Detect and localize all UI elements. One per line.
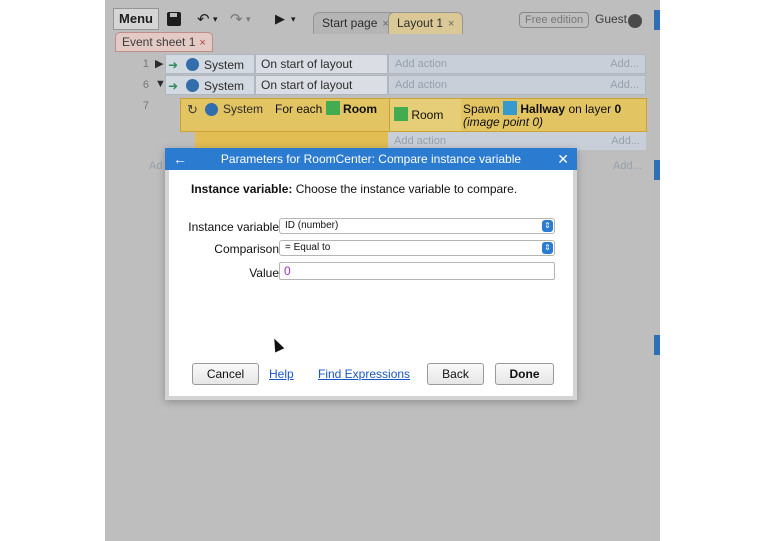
dialog-description: Instance variable: Choose the instance v… xyxy=(191,182,517,196)
right-panel-tab[interactable] xyxy=(654,335,660,355)
select-arrow-icon: ⇕ xyxy=(542,220,553,232)
back-button[interactable]: Back xyxy=(427,363,484,385)
value-input[interactable]: 0 xyxy=(279,262,555,280)
instance-variable-label: Instance variable xyxy=(188,220,279,234)
value-label: Value xyxy=(249,266,279,280)
comparison-select[interactable]: = Equal to ⇕ xyxy=(279,240,555,256)
dialog-title: Parameters for RoomCenter: Compare insta… xyxy=(220,152,522,166)
dialog-title-bar: ← Parameters for RoomCenter: Compare ins… xyxy=(165,148,577,170)
right-panel-tab[interactable] xyxy=(654,10,660,30)
find-expressions-link[interactable]: Find Expressions xyxy=(318,367,410,381)
comparison-value: = Equal to xyxy=(285,242,331,253)
close-icon[interactable]: ✕ xyxy=(557,148,569,170)
description-text: Choose the instance variable to compare. xyxy=(292,182,518,196)
right-panel-edge xyxy=(652,0,660,541)
right-panel-tab[interactable] xyxy=(654,160,660,180)
instance-variable-value: ID (number) xyxy=(285,220,339,231)
done-button[interactable]: Done xyxy=(495,363,554,385)
back-arrow-icon[interactable]: ← xyxy=(173,148,187,170)
cancel-button[interactable]: Cancel xyxy=(192,363,259,385)
select-arrow-icon: ⇕ xyxy=(542,242,553,254)
description-label: Instance variable: xyxy=(191,182,293,196)
comparison-label: Comparison xyxy=(214,242,279,256)
construct-editor: Menu ↶ ▾ ↷ ▾ ▶ ▾ Start page × Layout 1 × F… xyxy=(105,0,657,541)
help-link[interactable]: Help xyxy=(269,367,294,381)
parameters-dialog: ← Parameters for RoomCenter: Compare ins… xyxy=(165,148,577,400)
instance-variable-select[interactable]: ID (number) ⇕ xyxy=(279,218,555,234)
